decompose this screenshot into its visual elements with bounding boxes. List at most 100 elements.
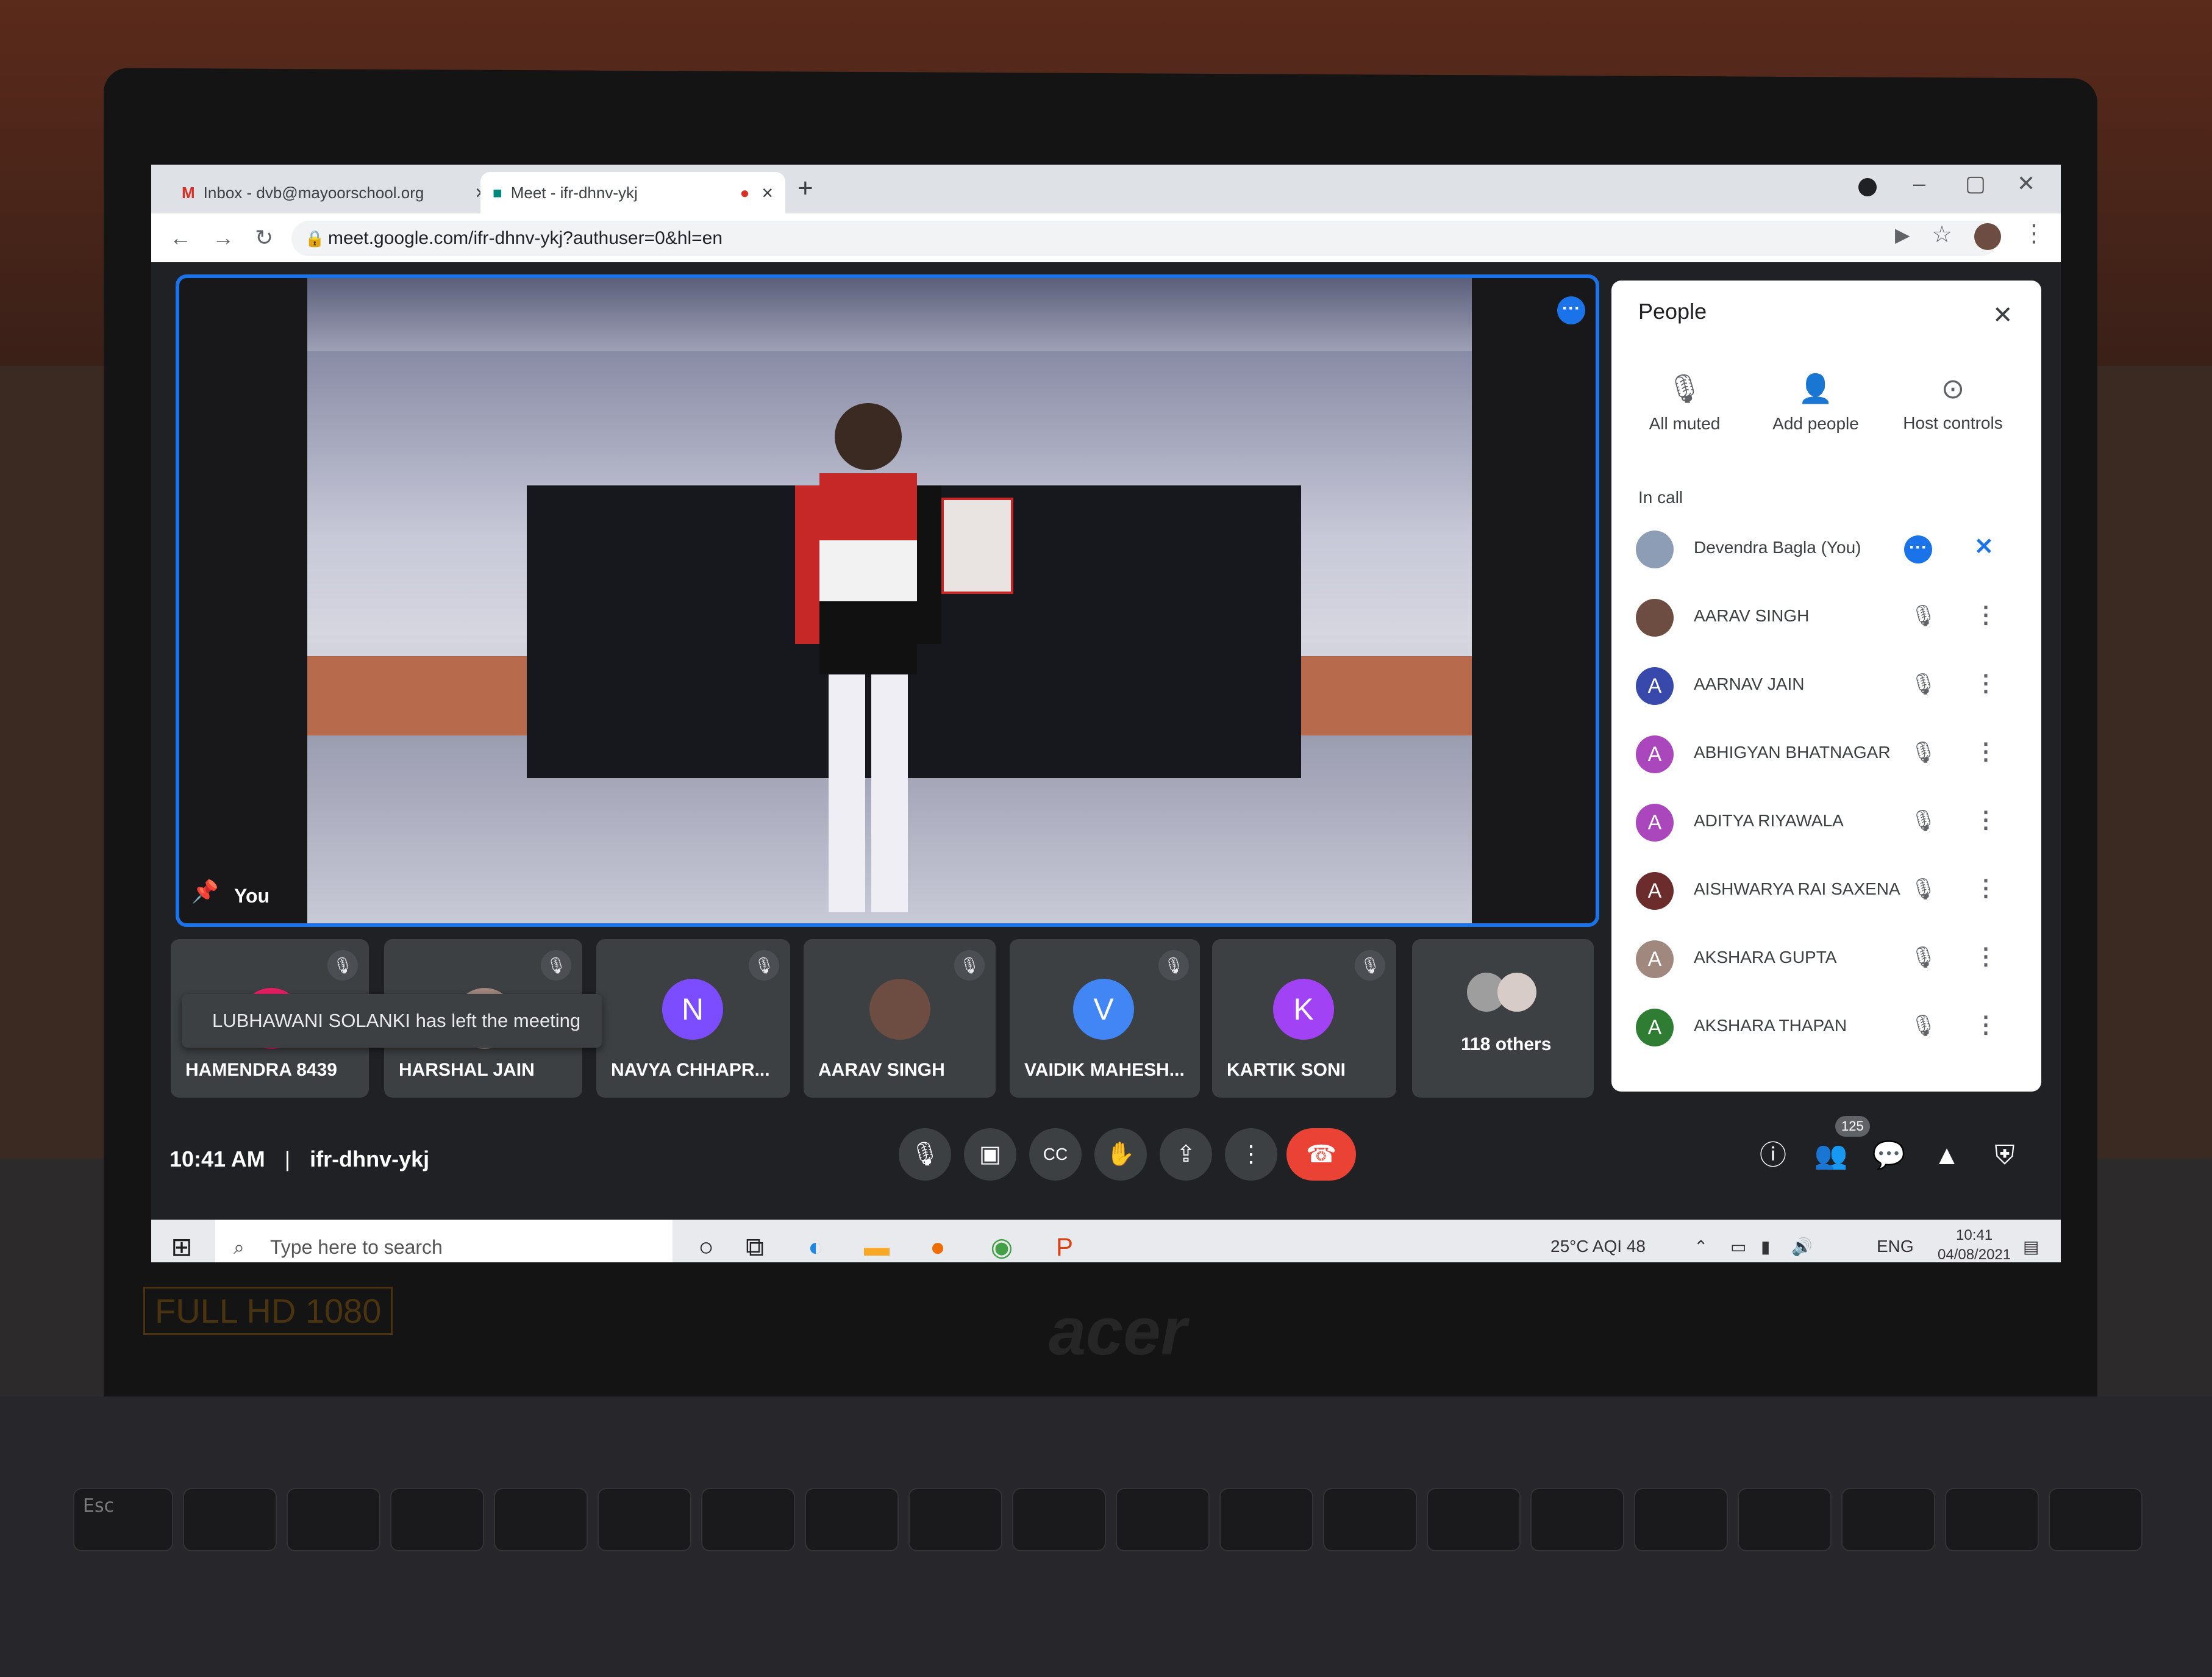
captions-button[interactable]: CC — [1029, 1128, 1082, 1181]
meeting-code: ifr-dhnv-ykj — [310, 1146, 430, 1171]
action-label: Add people — [1772, 414, 1859, 433]
laptop-keyboard: Esc — [0, 1396, 2212, 1677]
mic-off-icon: 🎙 — [1910, 878, 1937, 901]
taskbar-search[interactable]: ⌕ Type here to search — [215, 1220, 673, 1262]
main-video-tile[interactable]: ··· 📌 You — [176, 274, 1599, 927]
task-view-icon[interactable]: ⧉ — [737, 1229, 773, 1262]
participant-row[interactable]: A ABHIGYAN BHATNAGAR 🎙 ⋮ — [1636, 723, 2026, 784]
kebab-menu-icon[interactable]: ⋮ — [1974, 943, 1997, 970]
cortana-icon[interactable]: ○ — [688, 1229, 724, 1262]
participant-name: ADITYA RIYAWALA — [1694, 811, 1844, 830]
mic-off-icon: 🎙 — [1910, 673, 1937, 696]
volume-icon[interactable]: 🔊 — [1791, 1237, 1813, 1257]
participant-name: HAMENDRA 8439 — [185, 1060, 337, 1080]
search-placeholder: Type here to search — [270, 1236, 443, 1258]
participant-row[interactable]: A AARNAV JAIN 🎙 ⋮ — [1636, 655, 2026, 716]
tab-gmail[interactable]: M Inbox - dvb@mayoorschool.org × — [169, 172, 499, 213]
all-muted-action[interactable]: 🎙 All muted — [1621, 372, 1749, 434]
profile-icon[interactable] — [1858, 178, 1877, 196]
fullhd-badge: FULL HD 1080 — [143, 1287, 393, 1335]
back-icon[interactable]: ← — [169, 213, 191, 262]
participant-name: AARNAV JAIN — [1694, 674, 1805, 693]
recording-icon: ● — [740, 183, 750, 202]
more-options-icon[interactable]: ··· — [1904, 535, 1932, 563]
battery-icon[interactable]: ▮ — [1761, 1237, 1770, 1257]
avatar — [1636, 599, 1674, 637]
info-icon[interactable]: ⓘ — [1752, 1134, 1794, 1177]
tile-options-button[interactable]: ··· — [1557, 296, 1585, 324]
address-bar[interactable]: 🔒 meet.google.com/ifr-dhnv-ykj?authuser=… — [291, 221, 1999, 256]
file-explorer-icon[interactable]: ▬ — [858, 1229, 895, 1262]
chrome-icon[interactable]: ◉ — [983, 1229, 1020, 1262]
kebab-menu-icon[interactable]: ⋮ — [1974, 670, 1997, 697]
people-panel: People ✕ 🎙 All muted 👤 Add people ⊙ Host… — [1611, 281, 2041, 1092]
participant-row[interactable]: A ADITYA RIYAWALA 🎙 ⋮ — [1636, 792, 2026, 853]
people-icon[interactable]: 👥 — [1810, 1134, 1852, 1177]
participant-tile[interactable]: 🎙 AARAV SINGH — [804, 939, 996, 1098]
chevron-up-icon[interactable]: ⌃ — [1694, 1237, 1708, 1257]
close-window-icon[interactable]: ✕ — [2017, 171, 2035, 196]
present-button[interactable]: ⇪ — [1160, 1128, 1212, 1181]
pin-icon[interactable]: ✕ — [1974, 533, 1994, 560]
edge-icon[interactable]: ◐ — [797, 1229, 834, 1262]
participant-tile[interactable]: 🎙 N NAVYA CHHAPR... — [596, 939, 790, 1098]
avatar — [869, 979, 930, 1040]
participant-row[interactable]: AARAV SINGH 🎙 ⋮ — [1636, 587, 2026, 648]
tab-meet[interactable]: ■ Meet - ifr-dhnv-ykj ● × — [480, 172, 785, 213]
mic-off-icon: 🎙 — [1910, 809, 1937, 832]
close-icon[interactable]: ✕ — [1993, 301, 2013, 329]
star-icon[interactable]: ☆ — [1932, 221, 1952, 248]
windows-start-icon[interactable]: ⊞ — [163, 1229, 200, 1262]
participant-tile[interactable]: 🎙 V VAIDIK MAHESH... — [1010, 939, 1200, 1098]
camera-icon[interactable]: ▶ — [1895, 223, 1910, 246]
language-indicator[interactable]: ENG — [1877, 1237, 1914, 1256]
network-icon[interactable]: ▭ — [1730, 1237, 1746, 1257]
powerpoint-icon[interactable]: P — [1046, 1229, 1083, 1262]
avatar: V — [1073, 979, 1134, 1040]
close-icon[interactable]: × — [762, 182, 773, 204]
mic-off-icon: 🎙 — [1910, 946, 1937, 969]
weather-text[interactable]: 25°C AQI 48 — [1550, 1237, 1646, 1256]
left-meeting-toast: LUBHAWANI SOLANKI has left the meeting — [182, 994, 602, 1048]
minimize-icon[interactable]: – — [1913, 171, 1925, 196]
kebab-menu-icon[interactable]: ⋮ — [1974, 806, 1997, 834]
others-tile[interactable]: 118 others — [1412, 939, 1594, 1098]
leave-call-button[interactable]: ☎ — [1286, 1128, 1356, 1181]
more-options-button[interactable]: ⋮ — [1225, 1128, 1277, 1181]
activities-icon[interactable]: ▲ — [1925, 1134, 1968, 1177]
participant-row[interactable]: Devendra Bagla (You) ··· ✕ — [1636, 518, 2026, 579]
person-figure — [795, 403, 941, 912]
raise-hand-button[interactable]: ✋ — [1094, 1128, 1147, 1181]
notification-icon[interactable]: ▤ — [2023, 1237, 2039, 1257]
camera-button[interactable]: ▣ — [964, 1128, 1016, 1181]
host-controls-action[interactable]: ⊙ Host controls — [1889, 372, 2017, 433]
section-label: In call — [1638, 488, 1683, 507]
participant-name: KARTIK SONI — [1227, 1060, 1346, 1080]
mic-off-icon: 🎙 — [954, 950, 985, 981]
shield-icon[interactable]: ⛨ — [1983, 1134, 2026, 1177]
avatar[interactable] — [1974, 223, 2001, 250]
kebab-menu-icon[interactable]: ⋮ — [1974, 1011, 1997, 1039]
participant-row[interactable]: A AKSHARA GUPTA 🎙 ⋮ — [1636, 928, 2026, 989]
add-people-action[interactable]: 👤 Add people — [1752, 372, 1880, 434]
participant-name: HARSHAL JAIN — [399, 1060, 535, 1080]
participant-row[interactable]: A AISHWARYA RAI SAXENA 🎙 ⋮ — [1636, 860, 2026, 921]
kebab-menu-icon[interactable]: ⋮ — [1974, 874, 1997, 902]
kebab-menu-icon[interactable]: ⋮ — [1974, 601, 1997, 629]
participant-tile[interactable]: 🎙 K KARTIK SONI — [1212, 939, 1396, 1098]
mic-off-icon: 🎙 — [541, 950, 571, 981]
add-person-icon: 👤 — [1798, 373, 1833, 404]
forward-icon[interactable]: → — [212, 213, 234, 262]
browser-menu-icon[interactable]: ⋮ — [2022, 220, 2046, 248]
taskbar-clock[interactable]: 10:41 04/08/2021 — [1938, 1226, 2011, 1262]
mic-button[interactable]: 🎙 — [899, 1128, 951, 1181]
reload-icon[interactable]: ↻ — [255, 213, 273, 262]
avatar: N — [662, 979, 723, 1040]
chat-icon[interactable]: 💬 — [1868, 1134, 1910, 1177]
kebab-menu-icon[interactable]: ⋮ — [1974, 738, 1997, 765]
firefox-icon[interactable]: ● — [919, 1229, 956, 1262]
restore-icon[interactable]: ▢ — [1965, 171, 1986, 196]
participant-row[interactable]: A AKSHARA THAPAN 🎙 ⋮ — [1636, 996, 2026, 1057]
new-tab-button[interactable]: + — [797, 173, 813, 204]
tab-label: Inbox - dvb@mayoorschool.org — [203, 183, 424, 202]
